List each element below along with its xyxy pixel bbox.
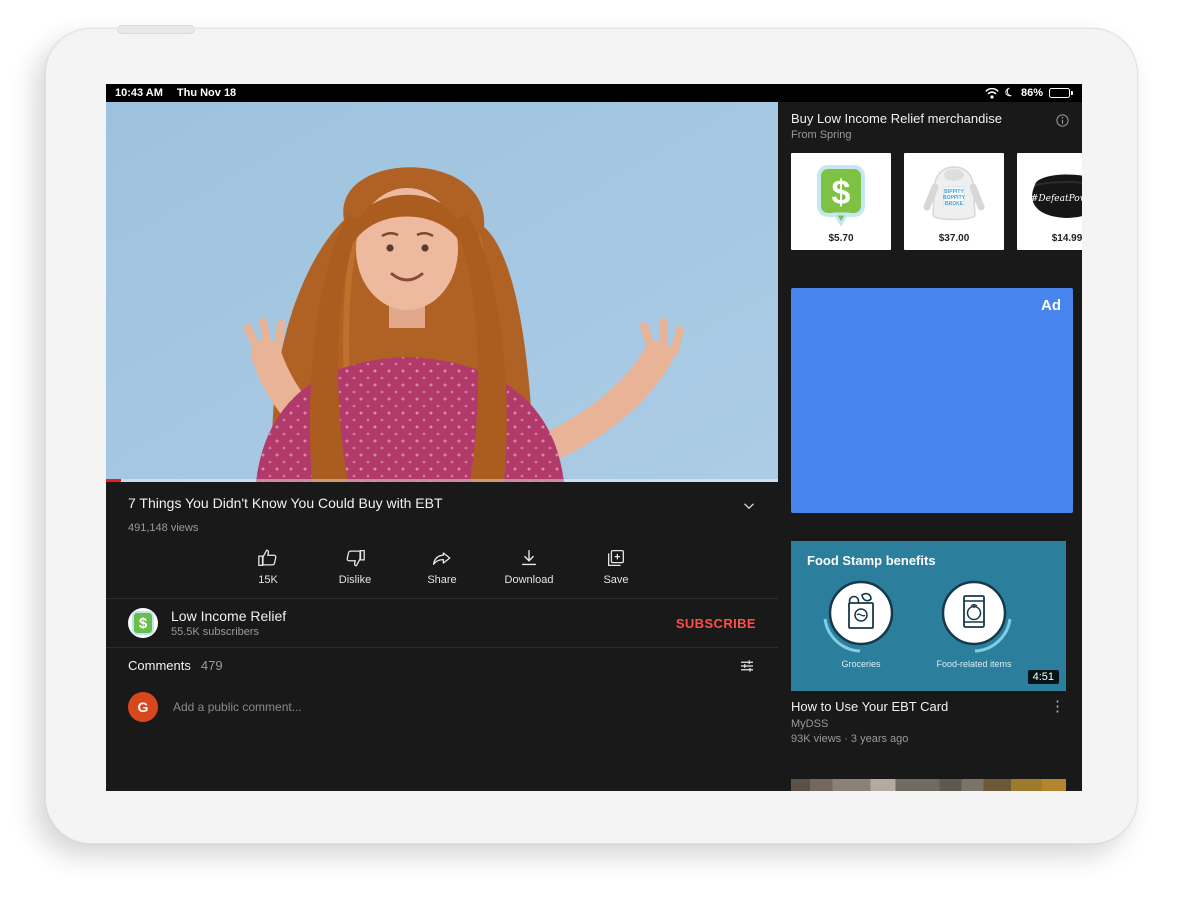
thumbnail-title: Food Stamp benefits (807, 553, 936, 568)
download-label: Download (505, 574, 554, 586)
screen: 10:43 AM Thu Nov 18 ☾ 86% (106, 84, 1082, 791)
like-button[interactable]: 15K (225, 547, 312, 586)
merch-title: Buy Low Income Relief merchandise (791, 111, 1055, 126)
dollar-sticker-image: $ (791, 157, 891, 232)
merch-price: $37.00 (939, 233, 970, 250)
suggested-video-meta: 93K views · 3 years ago (791, 733, 1042, 745)
dislike-label: Dislike (339, 574, 371, 586)
thumb-down-icon (344, 547, 366, 569)
thumbnail-label-food-items: Food-related items (919, 659, 1029, 669)
ipad-top-button (117, 25, 195, 34)
video-title: 7 Things You Didn't Know You Could Buy w… (128, 495, 740, 511)
info-icon[interactable] (1055, 113, 1070, 128)
merch-item-dollar-sticker[interactable]: $ $5.70 (791, 153, 891, 250)
save-label: Save (603, 574, 628, 586)
video-frame-illustration (106, 102, 778, 482)
duration-badge: 4:51 (1028, 670, 1059, 684)
suggested-video-title: How to Use Your EBT Card (791, 699, 1042, 714)
svg-text:#DefeatPoverty: #DefeatPoverty (1031, 194, 1082, 204)
status-bar: 10:43 AM Thu Nov 18 ☾ 86% (106, 84, 1082, 102)
video-player[interactable] (106, 102, 778, 482)
food-items-icon (929, 575, 1019, 655)
merch-price: $5.70 (828, 233, 853, 250)
battery-percent: 86% (1021, 87, 1043, 99)
sort-comments-icon[interactable] (738, 657, 756, 675)
view-count: 491,148 views (106, 515, 778, 534)
ad-badge: Ad (1041, 297, 1061, 314)
comments-title: Comments (128, 658, 191, 673)
next-video-thumbnail-partial[interactable] (791, 779, 1066, 791)
thumbnail-label-groceries: Groceries (806, 659, 916, 669)
merch-item-fanny-pack[interactable]: #DefeatPoverty $14.99 (1017, 153, 1082, 250)
chevron-down-icon[interactable] (740, 497, 758, 515)
user-avatar: G (128, 692, 158, 722)
subscribe-button[interactable]: SUBSCRIBE (676, 616, 756, 631)
video-progress-bar[interactable] (106, 479, 778, 482)
watch-column: 7 Things You Didn't Know You Could Buy w… (106, 102, 778, 791)
status-time: 10:43 AM (115, 87, 163, 99)
sidebar: Buy Low Income Relief merchandise From S… (778, 102, 1082, 791)
ad-banner[interactable]: Ad (791, 288, 1073, 513)
share-label: Share (427, 574, 456, 586)
suggested-video-info[interactable]: How to Use Your EBT Card MyDSS 93K views… (791, 699, 1073, 745)
suggested-video-thumbnail[interactable]: Food Stamp benefits Groceries (791, 541, 1066, 691)
status-date: Thu Nov 18 (177, 87, 236, 99)
save-icon (605, 547, 627, 569)
merch-price: $14.99 (1052, 233, 1082, 250)
channel-logo-dollar: $ (132, 611, 154, 635)
channel-avatar: $ (128, 608, 158, 638)
channel-row[interactable]: $ Low Income Relief 55.5K subscribers SU… (106, 598, 778, 648)
dislike-button[interactable]: Dislike (312, 547, 399, 586)
do-not-disturb-moon-icon: ☾ (1004, 86, 1016, 99)
suggested-video-channel: MyDSS (791, 718, 1042, 730)
hoodie-image: BIPPITY BOPPITY BROKE (904, 157, 1004, 232)
svg-text:$: $ (832, 174, 851, 212)
channel-name: Low Income Relief (171, 608, 676, 624)
groceries-icon (816, 575, 906, 655)
wifi-icon (985, 88, 999, 99)
like-count: 15K (258, 574, 278, 586)
share-button[interactable]: Share (399, 547, 486, 586)
download-button[interactable]: Download (486, 547, 573, 586)
fanny-pack-image: #DefeatPoverty (1017, 157, 1082, 232)
merch-header: Buy Low Income Relief merchandise From S… (791, 102, 1082, 141)
action-bar: 15K Dislike Share (106, 547, 778, 586)
merch-item-hoodie[interactable]: BIPPITY BOPPITY BROKE $37.00 (904, 153, 1004, 250)
save-button[interactable]: Save (573, 547, 660, 586)
thumb-up-icon (257, 547, 279, 569)
ipad-frame: 10:43 AM Thu Nov 18 ☾ 86% (45, 28, 1138, 844)
comments-count: 479 (201, 658, 223, 673)
merch-source: From Spring (791, 129, 1055, 141)
kebab-menu-icon[interactable]: ⋮ (1048, 699, 1073, 745)
app-content: 7 Things You Didn't Know You Could Buy w… (106, 102, 1082, 791)
comment-input[interactable]: Add a public comment... (173, 700, 302, 714)
share-icon (431, 547, 453, 569)
svg-text:BROKE: BROKE (945, 201, 964, 207)
comments-header: Comments 479 (106, 648, 778, 683)
channel-subscribers: 55.5K subscribers (171, 626, 676, 638)
battery-icon (1049, 88, 1073, 98)
download-icon (518, 547, 540, 569)
video-progress-fill (106, 479, 121, 482)
merch-shelf: $ $5.70 BIPPITY (791, 153, 1082, 250)
add-comment-row[interactable]: G Add a public comment... (106, 683, 778, 731)
